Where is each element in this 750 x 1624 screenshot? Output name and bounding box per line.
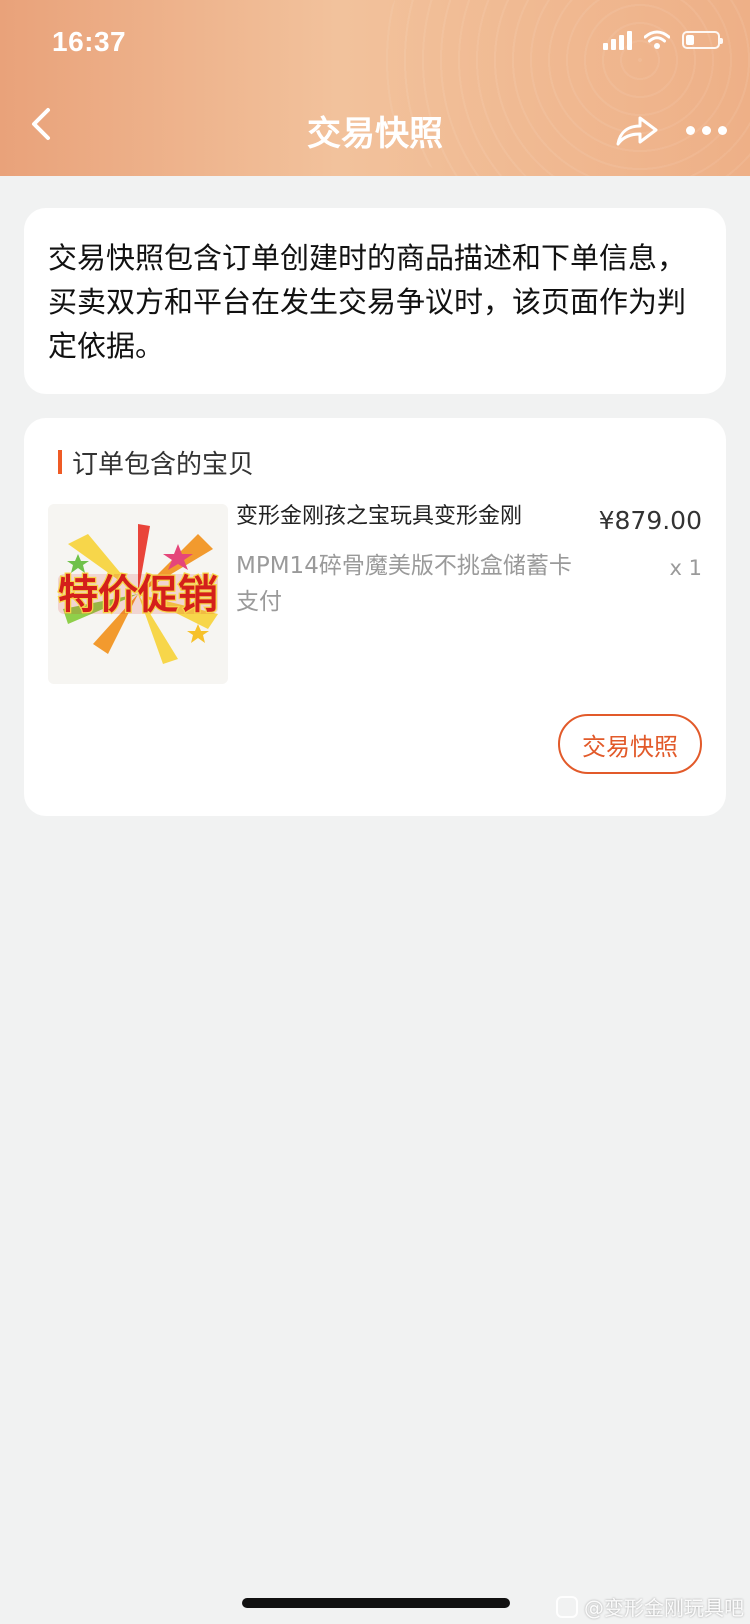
promo-image-text: 特价促销	[58, 572, 218, 618]
home-indicator[interactable]	[242, 1598, 510, 1608]
more-icon[interactable]	[686, 126, 727, 135]
wifi-icon	[644, 30, 670, 49]
section-title: 订单包含的宝贝	[58, 444, 254, 481]
goods-card: 订单包含的宝贝 特价促销 变形金刚孩之宝玩具变形金刚 MPM14碎骨魔美版不挑盒…	[24, 418, 726, 816]
promo-burst-image: 特价促销	[57, 524, 219, 664]
item-price: ¥879.00	[598, 506, 702, 535]
watermark: @变形金刚玩具吧	[556, 1592, 744, 1621]
snapshot-button[interactable]: 交易快照	[558, 714, 702, 774]
item-spec: MPM14碎骨魔美版不挑盒储蓄卡支付	[236, 553, 572, 615]
product-image[interactable]: 特价促销	[48, 504, 228, 684]
status-icons	[603, 30, 723, 50]
status-time: 16:37	[52, 26, 127, 57]
watermark-logo-icon	[556, 1595, 578, 1618]
notice-text: 交易快照包含订单创建时的商品描述和下单信息，买卖双方和平台在发生交易争议时，该页…	[48, 241, 687, 363]
share-icon[interactable]	[614, 110, 660, 150]
header-bar: 16:37 交易快照	[0, 0, 750, 176]
watermark-text: @变形金刚玩具吧	[584, 1596, 744, 1620]
page-title: 交易快照	[307, 114, 443, 154]
item-name[interactable]: 变形金刚孩之宝玩具变形金刚	[236, 502, 566, 532]
battery-icon	[682, 31, 723, 49]
notice-card: 交易快照包含订单创建时的商品描述和下单信息，买卖双方和平台在发生交易争议时，该页…	[24, 208, 726, 394]
signal-icon	[603, 30, 632, 50]
item-quantity: x 1	[669, 556, 702, 580]
